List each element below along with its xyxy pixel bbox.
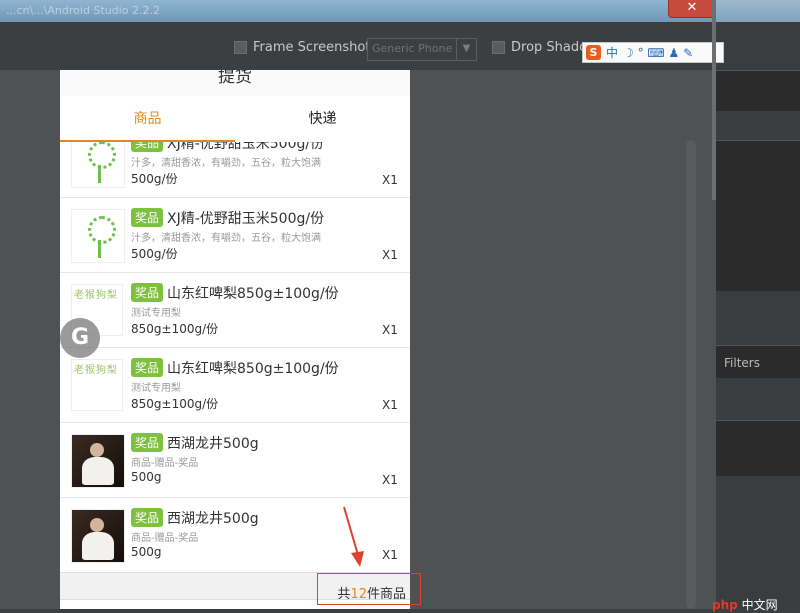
- product-name: 西湖龙井500g: [167, 511, 259, 527]
- window-close-button[interactable]: ✕: [668, 0, 716, 18]
- product-spec: 500g: [131, 545, 162, 559]
- product-spec: 500g: [131, 470, 162, 484]
- prize-badge: 奖品: [131, 283, 164, 302]
- annotation-arrow-icon: [343, 506, 364, 567]
- product-qty: X1: [382, 548, 398, 562]
- product-name: XJ精-优野甜玉米500g/份: [167, 211, 325, 227]
- product-thumbnail: [71, 434, 125, 488]
- filters-label[interactable]: Filters: [724, 356, 760, 370]
- product-spec: 850g±100g/份: [131, 322, 219, 336]
- drop-shadow-label: Drop Shado: [511, 40, 588, 55]
- list-item[interactable]: 奖品 XJ精-优野甜玉米500g/份 汁多，清甜香浓，有嚼劲，五谷，粒大饱满 5…: [60, 198, 410, 273]
- product-name: 山东红啤梨850g±100g/份: [167, 286, 339, 302]
- ime-mode[interactable]: 中: [606, 44, 618, 61]
- ime-tool-icons[interactable]: ☽ ° ⌨ ♟ ✎: [623, 46, 693, 60]
- prize-badge: 奖品: [131, 358, 164, 377]
- product-desc: 汁多，清甜香浓，有嚼劲，五谷，粒大饱满: [131, 158, 321, 169]
- window-title: ...cn\...\Android Studio 2.2.2: [6, 4, 160, 17]
- product-thumbnail: 老猴狗梨: [71, 359, 123, 411]
- vertical-scrollbar[interactable]: [686, 140, 696, 609]
- frame-screenshot-checkbox[interactable]: [234, 41, 247, 54]
- product-qty: X1: [382, 248, 398, 262]
- product-spec: 850g±100g/份: [131, 397, 219, 411]
- product-qty: X1: [382, 473, 398, 487]
- list-item[interactable]: 老猴狗梨 奖品 山东红啤梨850g±100g/份 测试专用梨 850g±100g…: [60, 273, 410, 348]
- prize-badge: 奖品: [131, 142, 164, 152]
- product-thumbnail: [71, 209, 125, 263]
- product-qty: X1: [382, 323, 398, 337]
- frame-screenshot-label: Frame Screenshot: [253, 40, 371, 55]
- product-name: 西湖龙井500g: [167, 436, 259, 452]
- list-item[interactable]: 老猴狗梨 奖品 山东红啤梨850g±100g/份 测试专用梨 850g±100g…: [60, 348, 410, 423]
- close-icon: ✕: [686, 0, 698, 15]
- site-watermark: php 中文网: [712, 598, 778, 612]
- prize-badge: 奖品: [131, 433, 164, 452]
- annotation-highlight-box: [317, 573, 421, 605]
- sogou-logo-icon: S: [586, 45, 601, 60]
- product-thumbnail: [71, 142, 125, 188]
- list-item[interactable]: 奖品 XJ精-优野甜玉米500g/份 汁多，清甜香浓，有嚼劲，五谷，粒大饱满 5…: [60, 142, 410, 198]
- tab-goods[interactable]: 商品: [60, 96, 235, 142]
- tab-express[interactable]: 快递: [235, 96, 410, 142]
- product-desc: 商品-赠品-奖品: [131, 533, 199, 544]
- chevron-down-icon: ▼: [456, 39, 476, 60]
- product-name: XJ精-优野甜玉米500g/份: [167, 142, 325, 152]
- list-item[interactable]: 奖品 西湖龙井500g 商品-赠品-奖品 500g X1: [60, 423, 410, 498]
- product-desc: 商品-赠品-奖品: [131, 458, 199, 469]
- product-desc: 测试专用梨: [131, 308, 181, 319]
- window-titlebar: ...cn\...\Android Studio 2.2.2: [0, 0, 716, 22]
- page-title: 提货: [60, 70, 410, 96]
- product-name: 山东红啤梨850g±100g/份: [167, 361, 339, 377]
- product-desc: 汁多，清甜香浓，有嚼劲，五谷，粒大饱满: [131, 233, 321, 244]
- product-spec: 500g/份: [131, 247, 178, 261]
- product-qty: X1: [382, 398, 398, 412]
- g-logo-icon: G: [60, 318, 100, 358]
- product-thumbnail: [71, 509, 125, 563]
- product-desc: 测试专用梨: [131, 383, 181, 394]
- device-select-value: Generic Phone: [372, 42, 453, 55]
- prize-badge: 奖品: [131, 208, 164, 227]
- ime-toolbar[interactable]: S 中 ☽ ° ⌨ ♟ ✎: [582, 42, 724, 63]
- window-scrollbar[interactable]: [712, 0, 716, 200]
- product-spec: 500g/份: [131, 172, 178, 186]
- device-select[interactable]: Generic Phone ▼: [367, 38, 477, 61]
- right-panel: [716, 0, 800, 609]
- product-qty: X1: [382, 173, 398, 187]
- drop-shadow-checkbox[interactable]: [492, 41, 505, 54]
- tab-bar: 商品 快递: [60, 96, 410, 143]
- prize-badge: 奖品: [131, 508, 164, 527]
